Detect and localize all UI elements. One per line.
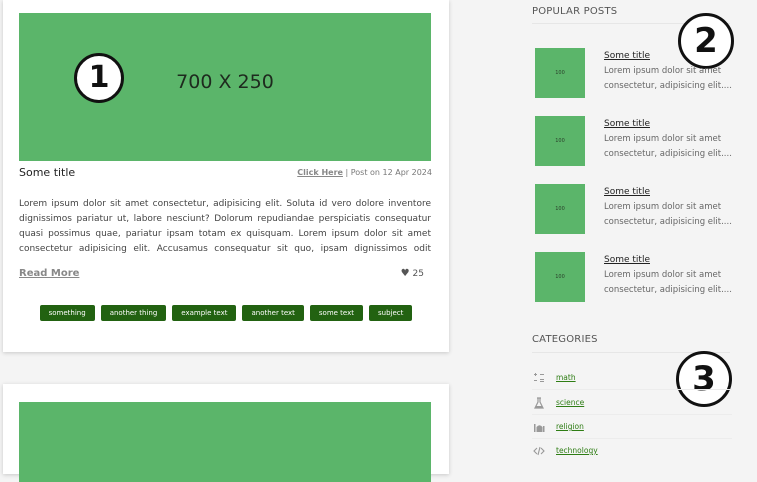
post-excerpt: Lorem ipsum dolor sit amet consectetur, … bbox=[19, 199, 431, 253]
category-link[interactable]: religion bbox=[556, 422, 584, 431]
click-here-link[interactable]: Click Here bbox=[297, 168, 343, 177]
tag-some-text[interactable]: some text bbox=[309, 305, 363, 321]
read-more-link[interactable]: Read More bbox=[19, 268, 79, 279]
popular-post-item[interactable]: 100 Some title Lorem ipsum dolor sit ame… bbox=[535, 116, 735, 168]
popular-post-title[interactable]: Some title bbox=[604, 51, 650, 61]
category-item-religion[interactable]: religion bbox=[532, 415, 732, 439]
mosque-icon bbox=[534, 424, 545, 432]
popular-post-item[interactable]: 100 Some title Lorem ipsum dolor sit ame… bbox=[535, 184, 735, 236]
category-item-math[interactable]: math bbox=[532, 366, 732, 390]
popular-post-title[interactable]: Some title bbox=[604, 119, 650, 129]
popular-post-title[interactable]: Some title bbox=[604, 187, 650, 197]
divider bbox=[532, 389, 732, 390]
math-icon bbox=[534, 373, 544, 382]
tag-another-thing[interactable]: another thing bbox=[100, 305, 167, 321]
popular-post-desc: Lorem ipsum dolor sit amet consectetur, a… bbox=[604, 270, 732, 295]
tag-list: something another thing example text ano… bbox=[3, 305, 449, 321]
post-title: Some title bbox=[19, 166, 76, 179]
tag-subject[interactable]: subject bbox=[369, 305, 413, 321]
popular-posts-heading: POPULAR POSTS bbox=[532, 6, 618, 17]
post-meta: Click Here | Post on 12 Apr 2024 bbox=[297, 168, 432, 177]
code-icon bbox=[533, 446, 545, 456]
popular-post-item[interactable]: 100 Some title Lorem ipsum dolor sit ame… bbox=[535, 48, 735, 100]
like-button[interactable]: ♥ 25 bbox=[401, 268, 424, 279]
category-link[interactable]: science bbox=[556, 398, 584, 407]
post-card: 700 X 250 1 Some title Click Here | Post… bbox=[3, 0, 449, 352]
tag-something[interactable]: something bbox=[39, 305, 95, 321]
popular-post-desc: Lorem ipsum dolor sit amet consectetur, a… bbox=[604, 202, 732, 227]
post-hero-image-2[interactable] bbox=[19, 402, 431, 482]
category-item-science[interactable]: science bbox=[532, 391, 732, 415]
category-link[interactable]: technology bbox=[556, 446, 598, 455]
category-link[interactable]: math bbox=[556, 373, 576, 382]
popular-post-desc: Lorem ipsum dolor sit amet consectetur, a… bbox=[604, 134, 732, 159]
categories-heading: CATEGORIES bbox=[532, 334, 598, 345]
heart-icon: ♥ bbox=[400, 268, 410, 279]
popular-post-desc: Lorem ipsum dolor sit amet consectetur, a… bbox=[604, 66, 732, 91]
annotation-badge-1: 1 bbox=[74, 53, 124, 103]
category-item-technology[interactable]: technology bbox=[532, 439, 732, 463]
post-thumbnail[interactable]: 100 bbox=[535, 48, 585, 98]
post-hero-image[interactable]: 700 X 250 1 bbox=[19, 13, 431, 161]
flask-icon bbox=[534, 397, 544, 409]
post-thumbnail[interactable]: 100 bbox=[535, 116, 585, 166]
post-thumbnail[interactable]: 100 bbox=[535, 252, 585, 302]
popular-post-item[interactable]: 100 Some title Lorem ipsum dolor sit ame… bbox=[535, 252, 735, 304]
tag-example-text[interactable]: example text bbox=[172, 305, 237, 321]
like-count: 25 bbox=[412, 269, 424, 279]
post-thumbnail[interactable]: 100 bbox=[535, 184, 585, 234]
popular-post-title[interactable]: Some title bbox=[604, 255, 650, 265]
sidebar: POPULAR POSTS 2 100 Some title Lorem ips… bbox=[532, 0, 734, 461]
tag-another-text[interactable]: another text bbox=[242, 305, 304, 321]
post-date: | Post on 12 Apr 2024 bbox=[342, 168, 432, 177]
